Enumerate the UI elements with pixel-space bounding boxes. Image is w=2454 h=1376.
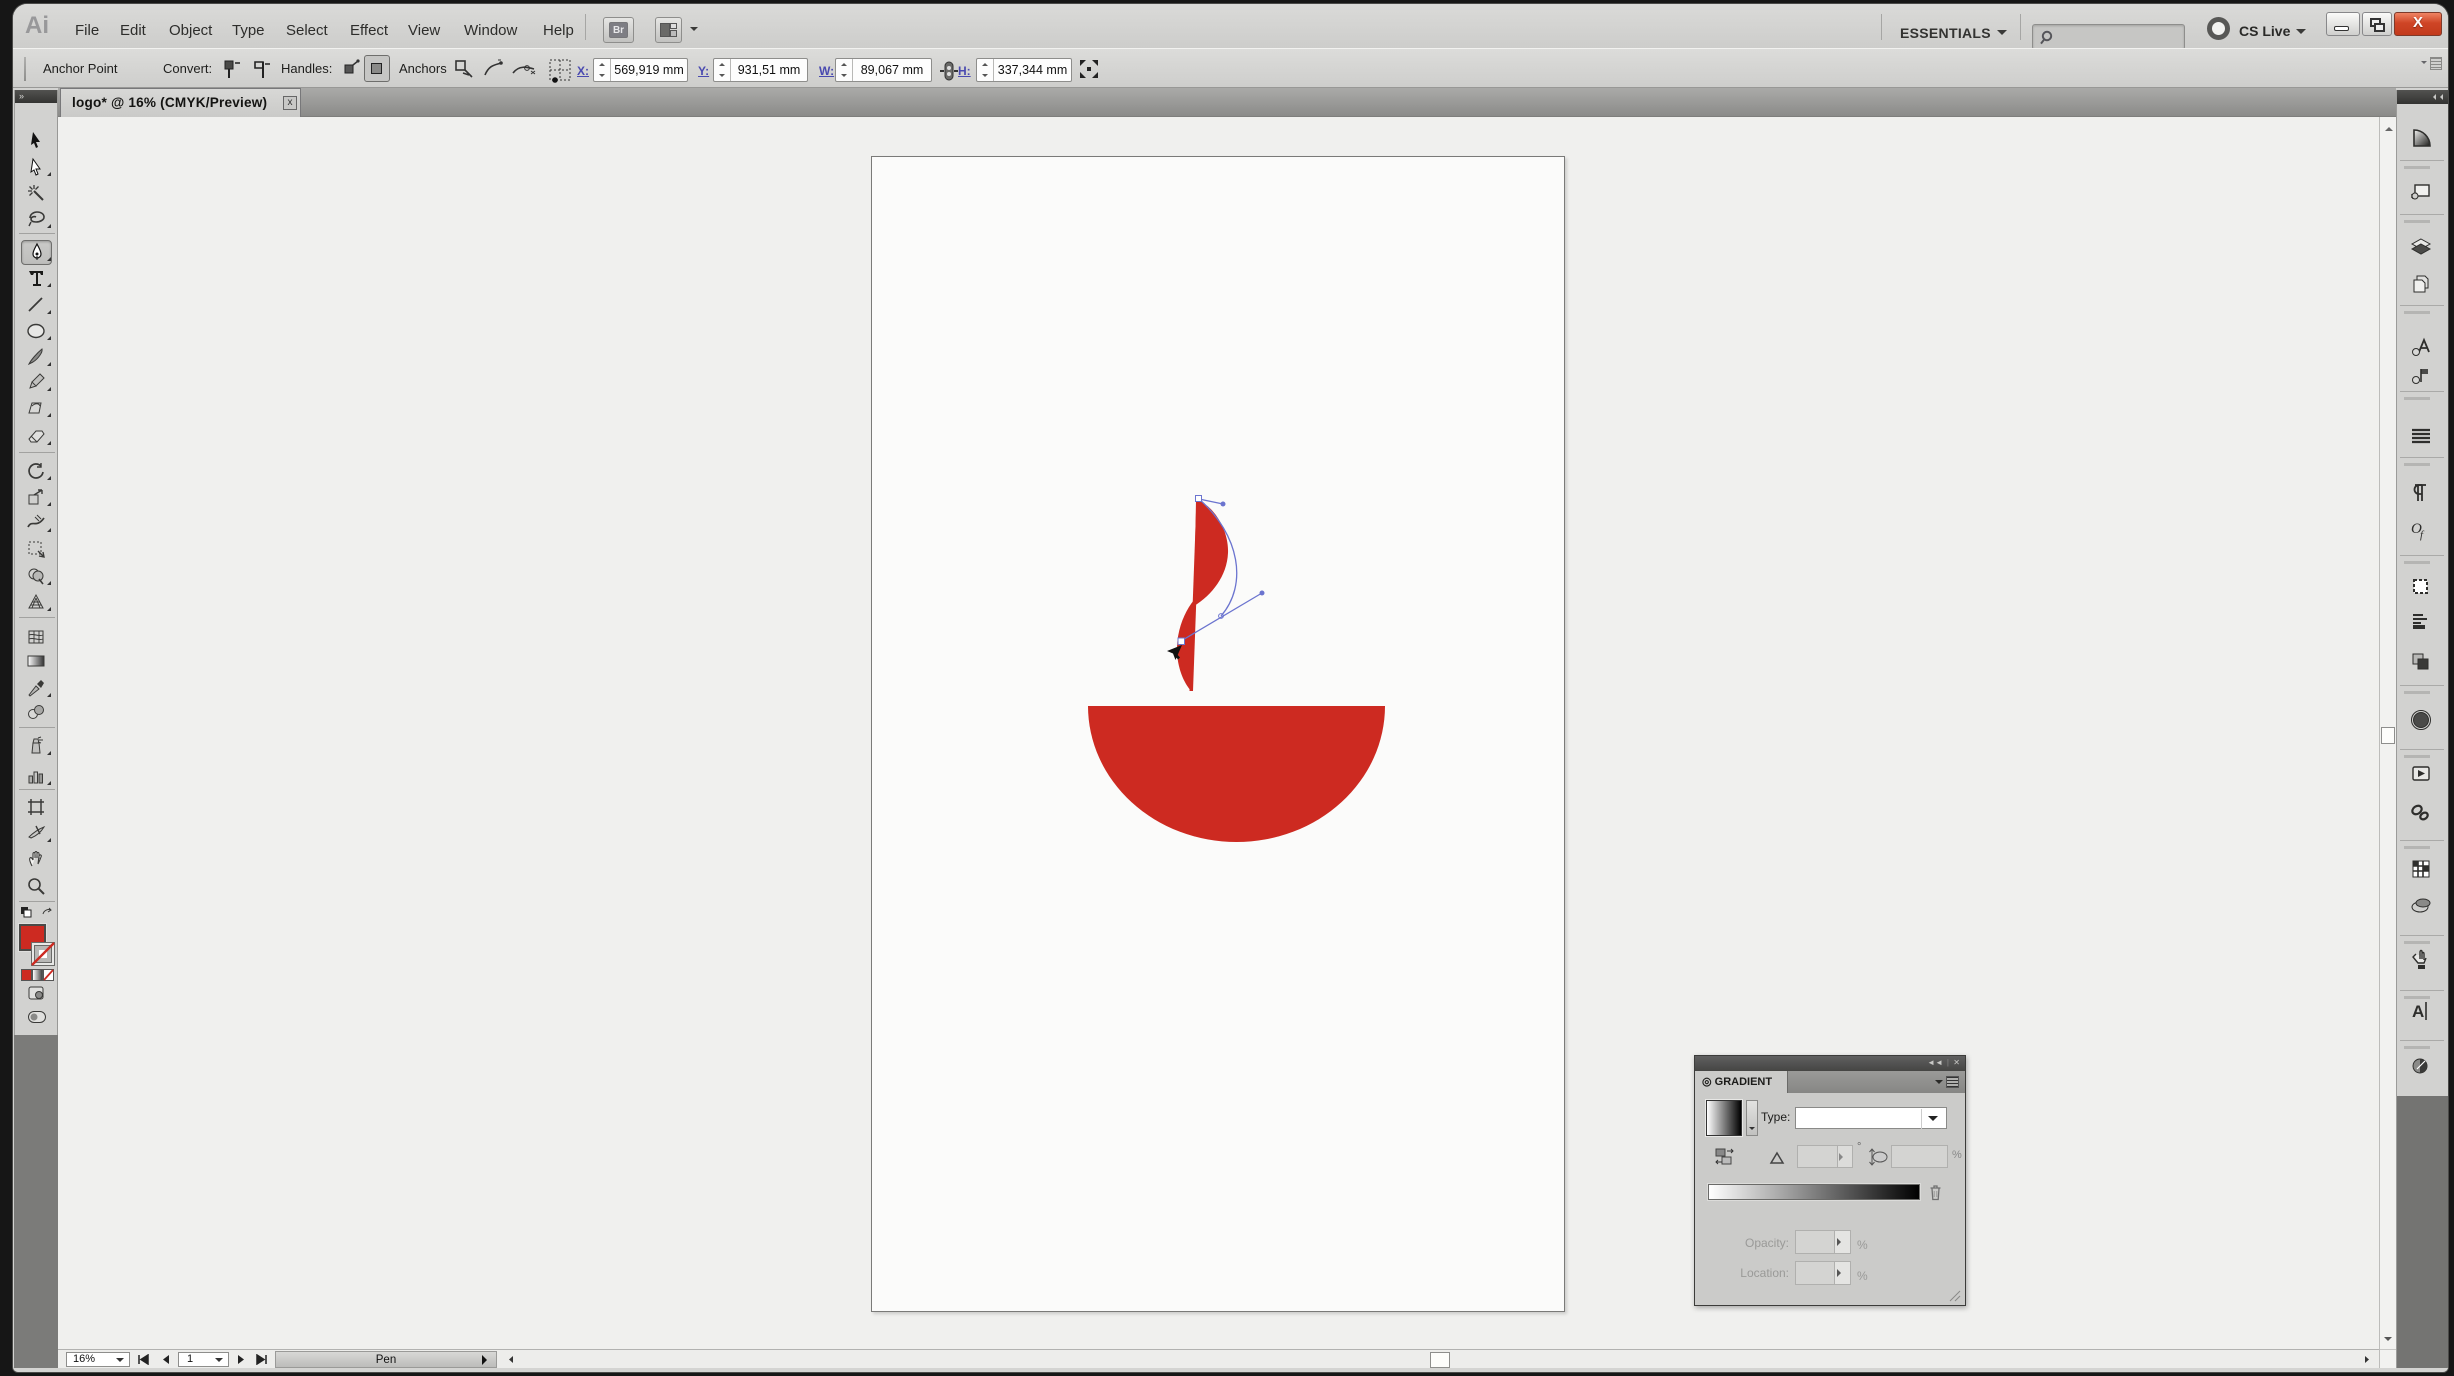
svg-text:A: A (2412, 1002, 2424, 1021)
svg-text:f: f (2420, 529, 2425, 541)
